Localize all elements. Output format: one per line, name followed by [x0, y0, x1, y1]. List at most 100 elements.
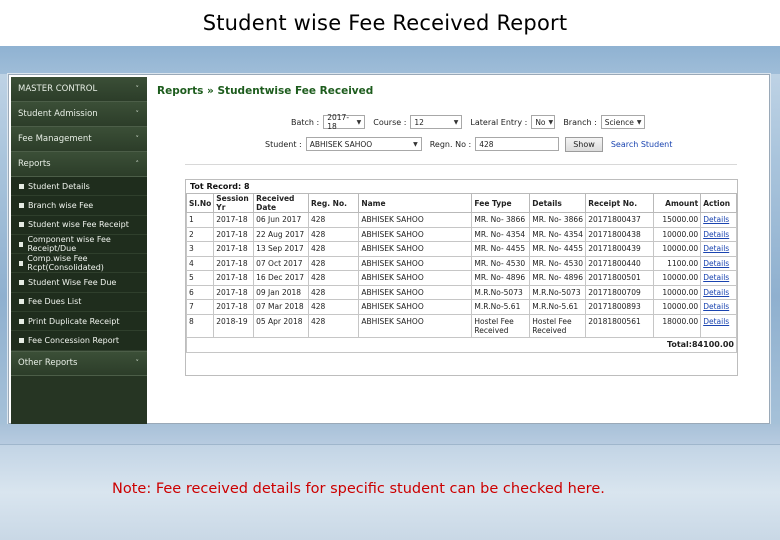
- chevron-down-icon: ˅: [135, 85, 140, 93]
- table-cell: 10000.00: [652, 226, 702, 242]
- bullet-icon: [19, 299, 24, 305]
- table-cell: 20171800893: [585, 299, 654, 315]
- table-row: 3 2017-18 13 Sep 2017 428 ABHISEK SAHOO …: [185, 241, 737, 257]
- sidebar-subitem-branch-wise-fee[interactable]: Branch wise Fee: [11, 196, 147, 216]
- batch-select[interactable]: 2017-18 ▼: [323, 113, 366, 131]
- table-cell: ABHISEK SAHOO: [358, 226, 473, 242]
- sidebar-item-student-admission[interactable]: Student Admission ˅: [11, 102, 147, 127]
- show-button[interactable]: Show: [565, 136, 603, 152]
- sidebar-subitem-label: Comp.wise Fee Rcpt(Consolidated): [27, 254, 104, 273]
- sidebar-item-master-control[interactable]: MASTER CONTROL ˅: [11, 77, 147, 102]
- breadcrumb: Reports » Studentwise Fee Received: [157, 85, 373, 97]
- course-select[interactable]: 12 ▼: [410, 115, 463, 129]
- table-cell: M.R.No-5.61: [471, 299, 531, 315]
- chevron-down-icon: ˅: [135, 110, 140, 118]
- table-cell: ABHISEK SAHOO: [358, 299, 473, 315]
- table-cell: Details: [700, 313, 737, 338]
- sidebar-item-other-reports[interactable]: Other Reports ˅: [11, 350, 147, 376]
- course-label: Course :: [373, 117, 407, 127]
- table-cell: ABHISEK SAHOO: [358, 284, 473, 300]
- table-cell: 15000.00: [652, 212, 702, 228]
- table-header-row: Sl.No Session Yr Received Date Reg. No. …: [185, 193, 737, 213]
- details-link[interactable]: Details: [703, 273, 729, 282]
- background-band: [0, 46, 780, 74]
- table-cell: 10000.00: [652, 299, 702, 315]
- sidebar-subitem-label: Student Wise Fee Due: [28, 278, 117, 288]
- sidebar-subitem-print-duplicate-receipt[interactable]: Print Duplicate Receipt: [11, 312, 147, 332]
- sidebar-item-label: Reports: [18, 159, 51, 169]
- details-link[interactable]: Details: [703, 288, 729, 297]
- table-cell: ABHISEK SAHOO: [358, 270, 473, 286]
- sidebar-subitem-comp-wise-consolidated[interactable]: Comp.wise Fee Rcpt(Consolidated): [11, 254, 147, 274]
- course-select-value: 12: [414, 117, 424, 127]
- table-cell: 1100.00: [652, 255, 702, 271]
- branch-select[interactable]: Science ▼: [600, 115, 645, 129]
- sidebar-subitem-student-wise-fee-due[interactable]: Student Wise Fee Due: [11, 273, 147, 293]
- branch-select-value: Science: [604, 117, 634, 127]
- search-student-link[interactable]: Search Student: [611, 140, 673, 149]
- column-header: Name: [358, 193, 473, 213]
- details-link[interactable]: Details: [703, 244, 729, 253]
- table-cell: 428: [307, 299, 360, 315]
- table-cell: 20171800439: [585, 241, 654, 257]
- table-cell: Details: [700, 241, 737, 257]
- table-cell: 13 Sep 2017: [253, 241, 309, 257]
- table-cell: 20171800440: [585, 255, 654, 271]
- sidebar-subitem-component-wise-fee[interactable]: Component wise Fee Receipt/Due: [11, 234, 147, 255]
- breadcrumb-current: Studentwise Fee Received: [217, 85, 374, 97]
- table-cell: Details: [700, 284, 737, 300]
- total-record-count: Tot Record: 8: [190, 182, 250, 191]
- table-cell: MR. No- 4455: [471, 241, 531, 257]
- sidebar-subitem-student-wise-fee-receipt[interactable]: Student wise Fee Receipt: [11, 215, 147, 235]
- table-row: 5 2017-18 16 Dec 2017 428 ABHISEK SAHOO …: [185, 270, 737, 286]
- grand-total: Total:84100.00: [186, 336, 737, 353]
- table-cell: Hostel Fee Received: [529, 313, 587, 338]
- details-link[interactable]: Details: [703, 215, 729, 224]
- table-cell: Hostel Fee Received: [471, 313, 531, 338]
- student-label: Student :: [265, 139, 302, 149]
- fee-received-table: Sl.No Session Yr Received Date Reg. No. …: [185, 193, 737, 353]
- sidebar-subitem-label: Print Duplicate Receipt: [28, 316, 120, 326]
- details-link[interactable]: Details: [703, 259, 729, 268]
- breadcrumb-root[interactable]: Reports: [157, 85, 203, 97]
- dropdown-arrow-icon: ▼: [413, 140, 418, 148]
- bullet-icon: [19, 260, 24, 266]
- table-cell: ABHISEK SAHOO: [358, 241, 473, 257]
- bullet-icon: [19, 338, 24, 344]
- student-select-value: ABHISEK SAHOO: [309, 139, 373, 149]
- lateral-entry-select[interactable]: No ▼: [531, 115, 556, 129]
- sidebar-subitem-label: Fee Concession Report: [28, 336, 120, 346]
- details-link[interactable]: Details: [703, 230, 729, 239]
- sidebar-subitem-label: Student Details: [28, 181, 90, 191]
- table-cell: 428: [307, 313, 360, 338]
- sidebar-item-reports[interactable]: Reports ˄: [11, 152, 147, 177]
- column-header: Receipt No.: [585, 193, 654, 213]
- table-cell: 20171800437: [585, 212, 654, 228]
- sidebar-item-label: Student Admission: [18, 109, 98, 119]
- sidebar-subitem-fee-dues-list[interactable]: Fee Dues List: [11, 292, 147, 313]
- table-row: 1 2017-18 06 Jun 2017 428 ABHISEK SAHOO …: [185, 212, 737, 228]
- table-cell: MR. No- 4896: [471, 270, 531, 286]
- sidebar-subitem-label: Student wise Fee Receipt: [28, 220, 129, 230]
- table-cell: 16 Dec 2017: [253, 270, 309, 286]
- table-cell: 06 Jun 2017: [253, 212, 309, 228]
- table-cell: Details: [700, 255, 737, 271]
- fee-received-grid: Tot Record: 8 Sl.No Session Yr Received …: [185, 179, 738, 376]
- details-link[interactable]: Details: [703, 317, 729, 326]
- table-cell: M.R.No-5.61: [529, 299, 587, 315]
- table-row: 8 2018-19 05 Apr 2018 428 ABHISEK SAHOO …: [185, 313, 737, 338]
- table-cell: 428: [307, 255, 360, 271]
- divider: [185, 164, 737, 165]
- student-select[interactable]: ABHISEK SAHOO ▼: [305, 137, 422, 151]
- table-cell: 8: [185, 313, 215, 338]
- table-cell: 05 Apr 2018: [253, 313, 309, 338]
- regn-no-input[interactable]: 428: [475, 137, 560, 151]
- table-cell: 07 Mar 2018: [253, 299, 309, 315]
- main-content: Reports » Studentwise Fee Received Batch…: [151, 75, 769, 423]
- sidebar-item-fee-management[interactable]: Fee Management ˅: [11, 127, 147, 152]
- sidebar-subitem-student-details[interactable]: Student Details: [11, 177, 147, 197]
- sidebar-subitem-fee-concession-report[interactable]: Fee Concession Report: [11, 331, 147, 351]
- table-row: 6 2017-18 09 Jan 2018 428 ABHISEK SAHOO …: [185, 284, 737, 300]
- details-link[interactable]: Details: [703, 302, 729, 311]
- sidebar-item-label: Fee Management: [18, 134, 92, 144]
